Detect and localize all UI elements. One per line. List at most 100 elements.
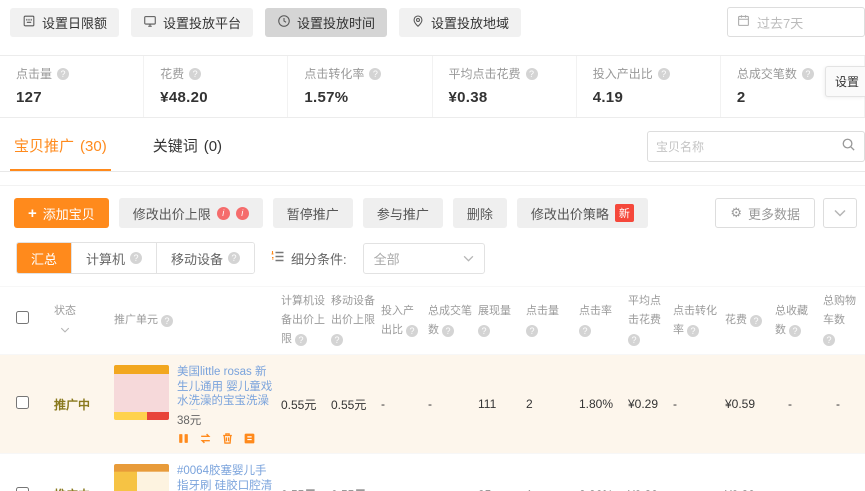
action-bar: 添加宝贝 修改出价上限 暂停推广 参与推广 删除 修改出价策略 新 更多数据 [0, 186, 865, 238]
help-icon[interactable] [295, 333, 308, 346]
pause-icon[interactable] [177, 432, 190, 445]
tab-count: (0) [203, 138, 223, 155]
help-icon[interactable] [189, 67, 202, 80]
set-region-label: 设置投放地域 [431, 16, 510, 31]
chevron-down-icon [834, 209, 846, 217]
product-title-link[interactable]: 美国little rosas 新生儿通用 婴儿童戏水洗澡的宝宝洗澡玩具 [177, 365, 275, 410]
delete-icon[interactable] [221, 432, 234, 445]
chevron-down-icon [463, 255, 474, 262]
cell-avg-click-cost: ¥0.29 [628, 397, 659, 411]
row-checkbox[interactable] [16, 396, 29, 409]
product-thumbnail[interactable] [114, 464, 169, 491]
search-icon[interactable] [841, 137, 856, 157]
select-all-checkbox[interactable] [16, 310, 29, 324]
cell-clicks: 1 [526, 488, 579, 491]
plus-icon [28, 205, 37, 222]
set-daily-budget-button[interactable]: 设置日限额 [10, 8, 120, 37]
stats-strip: 点击量 127 花费 ¥48.20 点击转化率 1.57% 平均点击花费 ¥0.… [0, 55, 865, 118]
sort-list-icon [271, 250, 285, 266]
more-data-button[interactable]: 更多数据 [715, 198, 815, 228]
help-icon[interactable] [406, 324, 419, 337]
stat-value: ¥0.38 [448, 89, 488, 106]
chevron-down-icon[interactable] [60, 327, 70, 333]
modify-bid-strategy-button[interactable]: 修改出价策略 新 [516, 198, 648, 228]
delete-button[interactable]: 删除 [452, 198, 507, 228]
tab-item-promotion[interactable]: 宝贝推广 (30) [10, 135, 111, 171]
pause-promotion-button[interactable]: 暂停推广 [272, 198, 353, 228]
help-icon[interactable] [628, 333, 640, 346]
row-checkbox[interactable] [16, 486, 29, 491]
tab-keywords[interactable]: 关键词 (0) [149, 135, 226, 171]
cell-favs: - [775, 488, 823, 491]
help-icon[interactable] [369, 67, 382, 80]
help-icon[interactable] [750, 315, 763, 328]
date-range-picker[interactable]: 过去7天 [727, 7, 865, 37]
help-icon[interactable] [789, 324, 802, 337]
stat-label: 平均点击花费 [448, 67, 521, 81]
tabs-row: 宝贝推广 (30) 关键词 (0) [0, 118, 865, 172]
column-header-cost: 花费 [725, 311, 775, 330]
product-thumbnail[interactable] [114, 365, 169, 420]
cell-cvr: - [673, 397, 677, 411]
table-row: 推广中 #0064胶塞婴儿手指牙刷 硅胶口腔清洁舌苔宝宝 刷牙软毛乳牙刷0-1-… [0, 453, 865, 491]
settings-toolbar: 设置日限额 设置投放平台 设置投放时间 设置投放地域 过去7天 [0, 0, 865, 37]
gear-icon [730, 205, 742, 221]
journal-icon[interactable] [243, 432, 256, 445]
new-badge: 新 [614, 204, 634, 222]
help-icon[interactable] [161, 315, 174, 328]
cell-pc-bid: 0.55元 [281, 397, 317, 412]
join-promotion-button[interactable]: 参与推广 [362, 198, 443, 228]
column-header-avg-click-cost: 平均点击花费 [628, 292, 673, 348]
add-item-button[interactable]: 添加宝贝 [14, 198, 109, 228]
stat-value: ¥48.20 [160, 89, 208, 106]
help-icon[interactable] [657, 67, 670, 80]
set-schedule-button[interactable]: 设置投放时间 [265, 8, 388, 37]
segment-mobile[interactable]: 移动设备 [157, 243, 255, 273]
product-title-link[interactable]: #0064胶塞婴儿手指牙刷 硅胶口腔清洁舌苔宝宝 刷牙软毛乳牙刷0-1-2岁 [177, 464, 275, 491]
tab-count: (30) [80, 138, 107, 155]
stat-cvr: 点击转化率 1.57% [288, 56, 433, 117]
help-icon[interactable] [823, 333, 835, 346]
help-icon[interactable] [687, 324, 700, 337]
cell-mobile-bid: 0.55元 [331, 486, 381, 491]
condition-select[interactable]: 全部 [362, 242, 485, 274]
stat-clicks: 点击量 127 [0, 56, 145, 117]
stat-value: 127 [16, 89, 42, 106]
help-icon[interactable] [801, 67, 814, 80]
transfer-icon[interactable] [199, 432, 212, 445]
stat-label: 点击量 [16, 67, 53, 81]
cell-avg-click-cost: ¥0.39 [628, 488, 673, 491]
help-icon[interactable] [331, 333, 343, 346]
set-region-button[interactable]: 设置投放地域 [399, 8, 522, 37]
stat-label: 总成交笔数 [736, 67, 797, 81]
help-icon[interactable] [526, 324, 538, 337]
cell-cvr: - [673, 488, 725, 491]
help-icon[interactable] [442, 324, 455, 337]
collapse-button[interactable] [823, 198, 857, 228]
table-row: 推广中 美国little rosas 新生儿通用 婴儿童戏水洗澡的宝宝洗澡玩具 … [0, 354, 865, 453]
modify-bid-limit-button[interactable]: 修改出价上限 [118, 198, 263, 228]
help-icon[interactable] [478, 324, 490, 337]
stat-label: 投入产出比 [592, 67, 653, 81]
segment-summary[interactable]: 汇总 [17, 243, 73, 273]
stat-label: 点击转化率 [304, 67, 365, 81]
stat-avg-click-cost: 平均点击花费 ¥0.38 [433, 56, 577, 117]
help-icon[interactable] [130, 252, 143, 264]
stats-settings-button[interactable]: 设置 [824, 66, 865, 97]
help-icon[interactable] [525, 67, 538, 80]
help-icon[interactable] [228, 252, 241, 264]
item-search-input[interactable] [656, 139, 841, 154]
budget-icon [22, 14, 36, 31]
segment-computer[interactable]: 计算机 [72, 243, 158, 273]
cell-ctr: 1.80% [579, 397, 614, 411]
unit-cell: #0064胶塞婴儿手指牙刷 硅胶口腔清洁舌苔宝宝 刷牙软毛乳牙刷0-1-2岁 5… [96, 454, 281, 491]
set-platform-button[interactable]: 设置投放平台 [131, 8, 254, 37]
info-badge-icon [235, 206, 249, 220]
status-badge: 推广中 [54, 397, 91, 412]
set-platform-label: 设置投放平台 [163, 16, 242, 31]
help-icon[interactable] [579, 324, 591, 337]
help-icon[interactable] [57, 67, 70, 80]
stat-label: 花费 [160, 67, 185, 81]
column-header-mobile-bid: 移动设备出价上限 [331, 292, 381, 348]
column-header-carts: 总购物车数 [823, 292, 865, 348]
